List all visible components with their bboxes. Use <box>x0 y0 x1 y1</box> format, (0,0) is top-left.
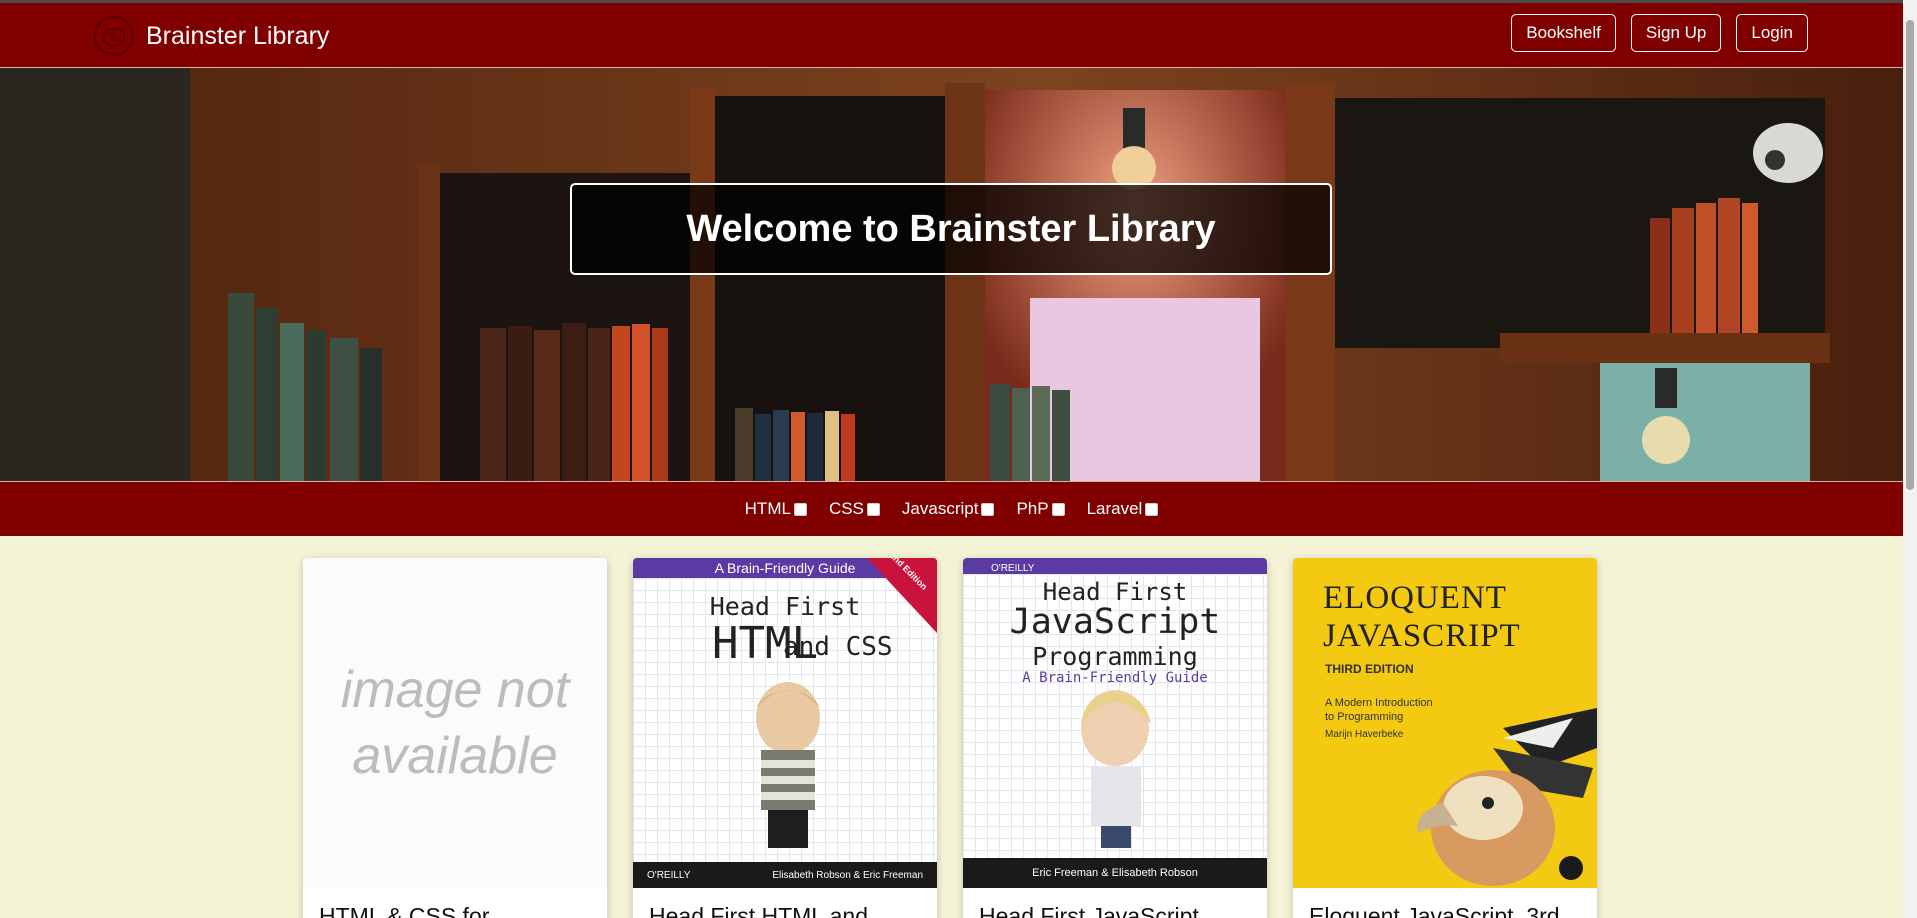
filter-label: Javascript <box>901 499 979 518</box>
filter-html[interactable]: HTML <box>745 499 807 519</box>
bookshelf-button[interactable]: Bookshelf <box>1511 14 1616 52</box>
filter-laravel[interactable]: Laravel <box>1087 499 1159 519</box>
book-title: Eloquent JavaScript, 3rd <box>1309 903 1560 918</box>
image-not-available-text: image not available <box>340 660 570 785</box>
brain-logo-icon <box>94 16 134 56</box>
book-card[interactable]: A Brain-Friendly Guide 2nd Edition Head … <box>633 558 937 918</box>
brand[interactable]: Brainster Library <box>92 13 329 59</box>
book-card[interactable]: ELOQUENT JAVASCRIPT THIRD EDITION A Mode… <box>1293 558 1597 918</box>
cover-title: ELOQUENT JAVASCRIPT <box>1323 580 1521 656</box>
filter-php[interactable]: PhP <box>1016 499 1065 519</box>
filter-label: HTML <box>744 499 791 518</box>
filter-label: CSS <box>828 499 864 518</box>
top-navbar: Brainster Library Bookshelf Sign Up Logi… <box>0 0 1903 68</box>
cover-edition: THIRD EDITION <box>1325 662 1414 676</box>
cover-line: JAVASCRIPT <box>1323 617 1521 654</box>
nav-buttons: Bookshelf Sign Up Login <box>1511 14 1808 52</box>
filter-checkbox[interactable] <box>981 502 995 516</box>
filter-checkbox[interactable] <box>793 502 807 516</box>
authors-label: Eric Freeman & Elisabeth Robson <box>1032 867 1198 879</box>
cover-line: Programming <box>1032 642 1198 671</box>
hero-title-box: Welcome to Brainster Library <box>570 183 1332 275</box>
cover-line: and CSS <box>783 632 893 662</box>
filter-checkbox[interactable] <box>1051 502 1065 516</box>
cover-footer: O'REILLY Elisabeth Robson & Eric Freeman <box>633 862 937 888</box>
cover-line: Head First <box>709 592 861 621</box>
brand-name: Brainster Library <box>146 21 330 50</box>
publisher-label: O'REILLY <box>991 563 1035 574</box>
scrollbar-thumb[interactable] <box>1906 20 1914 490</box>
book-card[interactable]: O'REILLY Head First JavaScript Programmi… <box>963 558 1267 918</box>
cover-author: Marijn Haverbeke <box>1325 729 1404 740</box>
cover-photo-woman <box>1081 690 1151 848</box>
cover-line: JavaScript <box>1009 602 1221 642</box>
publisher-label: O'REILLY <box>647 869 691 881</box>
book-title: Head First JavaScript <box>979 903 1199 918</box>
cover-bird-illustration <box>1417 708 1597 886</box>
filter-label: Laravel <box>1086 499 1143 518</box>
book-cover-placeholder: image not available <box>303 558 607 888</box>
filter-label: PhP <box>1016 499 1049 518</box>
filter-checkbox[interactable] <box>866 502 880 516</box>
book-cover: O'REILLY Head First JavaScript Programmi… <box>963 558 1267 888</box>
hero-title: Welcome to Brainster Library <box>686 207 1216 250</box>
filter-css[interactable]: CSS <box>829 499 880 519</box>
category-filter-bar: HTML CSS Javascript PhP Laravel <box>0 481 1903 536</box>
cover-top-strip: O'REILLY <box>963 558 1267 574</box>
authors-label: Elisabeth Robson & Eric Freeman <box>772 869 923 881</box>
book-cover: A Brain-Friendly Guide 2nd Edition Head … <box>633 558 937 888</box>
sign-up-button[interactable]: Sign Up <box>1630 14 1722 52</box>
filter-checkbox[interactable] <box>1145 502 1159 516</box>
book-grid: image not available HTML & CSS for A Bra… <box>303 558 1597 918</box>
hero-banner: Welcome to Brainster Library <box>0 68 1903 481</box>
book-card[interactable]: image not available HTML & CSS for <box>303 558 607 918</box>
page-scrollbar[interactable] <box>1903 0 1917 918</box>
cover-footer: Eric Freeman & Elisabeth Robson <box>963 858 1267 888</box>
cover-subtitle: A Brain-Friendly Guide <box>1022 670 1208 686</box>
login-button[interactable]: Login <box>1736 14 1808 52</box>
cover-line: ELOQUENT <box>1323 580 1507 616</box>
book-cover: ELOQUENT JAVASCRIPT THIRD EDITION A Mode… <box>1293 558 1597 888</box>
filter-javascript[interactable]: Javascript <box>902 499 995 519</box>
book-title: Head First HTML and <box>649 903 868 918</box>
book-title: HTML & CSS for <box>319 903 490 918</box>
cover-photo-woman <box>756 682 820 848</box>
